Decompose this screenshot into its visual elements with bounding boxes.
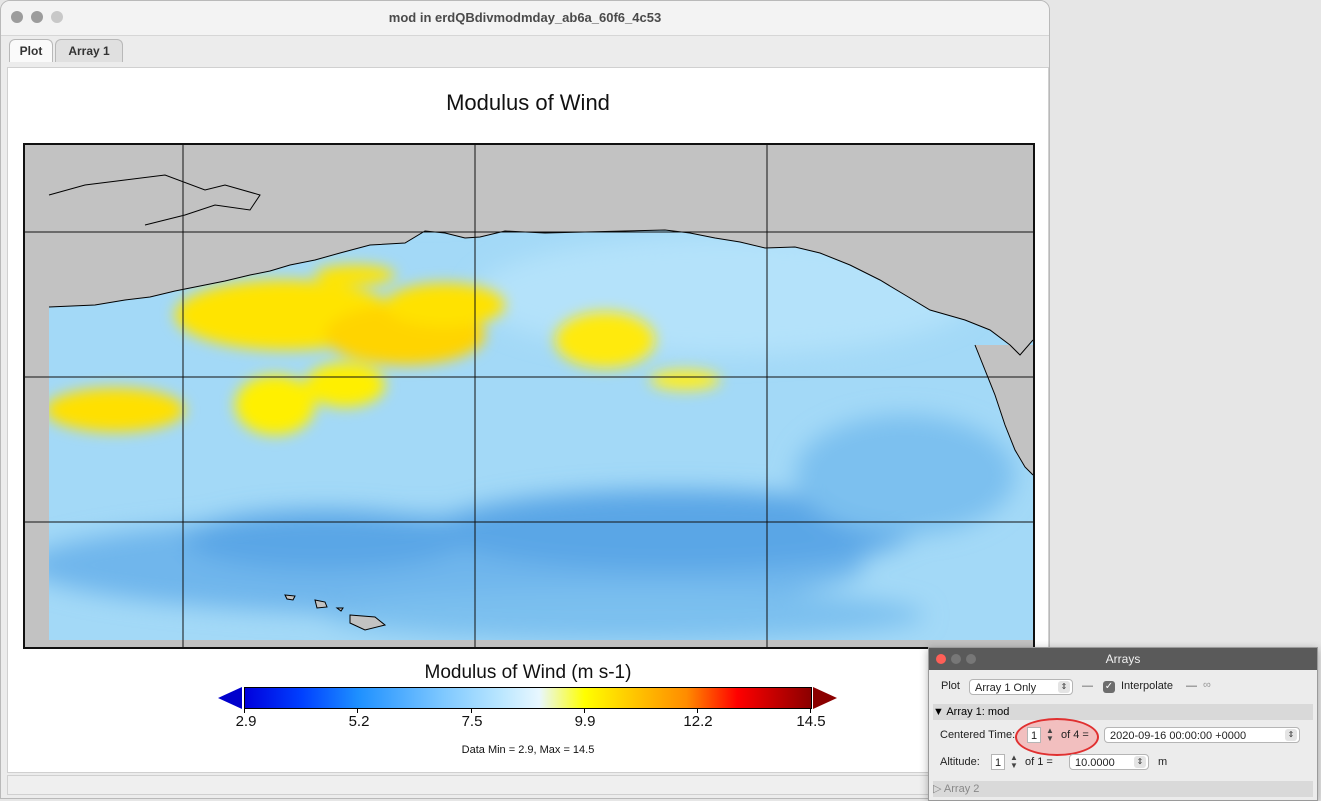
map-bottom-edge-land bbox=[25, 640, 1033, 647]
altitude-select[interactable]: 10.0000 ⇕ bbox=[1069, 754, 1149, 770]
colorbar-tick-label: 12.2 bbox=[683, 713, 713, 730]
colorbar-labels: 2.9 5.2 7.5 9.9 12.2 14.5 bbox=[8, 713, 1048, 733]
high-wind-patch bbox=[555, 312, 655, 368]
altitude-of-label: of 1 = bbox=[1025, 756, 1053, 768]
wind-map[interactable] bbox=[23, 143, 1035, 649]
plot-label: Plot bbox=[941, 680, 960, 692]
chevron-updown-icon: ⇕ bbox=[1285, 729, 1297, 741]
altitude-unit: m bbox=[1158, 756, 1168, 768]
interpolate-checkbox[interactable]: ✓ bbox=[1103, 681, 1115, 693]
chevron-updown-icon: ⇕ bbox=[1134, 756, 1146, 768]
colorbar-tick-label: 5.2 bbox=[348, 713, 370, 730]
centered-time-stepper[interactable]: ▲ ▼ bbox=[1045, 727, 1055, 743]
colorbar-tick-label: 14.5 bbox=[796, 713, 826, 730]
plot-row: Plot Array 1 Only ⇕ — ✓ Interpolate — ∞ bbox=[929, 679, 1317, 697]
centered-time-row: Centered Time: 1 ▲ ▼ of 4 = 2020-09-16 00… bbox=[929, 727, 1317, 745]
check-icon: ✓ bbox=[1104, 681, 1114, 692]
plot-title: Modulus of Wind bbox=[446, 90, 610, 115]
array-2-section-header[interactable]: ▷ Array 2 bbox=[933, 781, 1313, 797]
altitude-value: 10.0000 bbox=[1075, 757, 1115, 769]
altitude-row: Altitude: 1 ▲ ▼ of 1 = 10.0000 ⇕ m bbox=[929, 754, 1317, 772]
high-wind-patch bbox=[315, 265, 395, 285]
separator-dash: — bbox=[1186, 680, 1197, 692]
tab-plot[interactable]: Plot bbox=[9, 39, 53, 62]
array-2-header-label: Array 2 bbox=[943, 783, 980, 795]
colorbar-tick-label: 9.9 bbox=[574, 713, 596, 730]
high-wind-patch bbox=[385, 283, 505, 327]
high-wind-patch bbox=[45, 388, 185, 432]
low-wind-band bbox=[795, 415, 1015, 535]
disclosure-triangle-down-icon: ▼ bbox=[933, 706, 944, 718]
plot-select[interactable]: Array 1 Only ⇕ bbox=[969, 679, 1073, 695]
high-wind-patch bbox=[650, 370, 720, 390]
interpolate-label: Interpolate bbox=[1121, 680, 1173, 692]
altitude-label: Altitude: bbox=[940, 756, 980, 768]
arrays-panel: Arrays Plot Array 1 Only ⇕ — ✓ Interpola… bbox=[928, 647, 1318, 801]
disclosure-triangle-right-icon: ▷ bbox=[933, 783, 942, 795]
window-title: mod in erdQBdivmodmday_ab6a_60f6_4c53 bbox=[388, 10, 662, 25]
centered-time-index-field[interactable]: 1 bbox=[1027, 727, 1041, 743]
arrays-title: Arrays bbox=[1105, 652, 1141, 666]
separator-dash: — bbox=[1082, 680, 1093, 692]
colorbar-title: Modulus of Wind (m s-1) bbox=[424, 662, 632, 683]
tab-array-1[interactable]: Array 1 bbox=[55, 39, 123, 62]
array-1-section-header[interactable]: ▼ Array 1: mod bbox=[933, 704, 1313, 720]
colorbar-gradient bbox=[244, 687, 812, 709]
colorbar-tick-label: 2.9 bbox=[235, 713, 257, 730]
colorbar-max-extend-arrow bbox=[813, 687, 837, 709]
tab-bar: Plot Array 1 bbox=[1, 35, 1049, 63]
low-wind-band bbox=[185, 510, 465, 570]
map-left-edge-land bbox=[25, 145, 49, 647]
high-wind-patch bbox=[305, 363, 385, 407]
altitude-stepper[interactable]: ▲ ▼ bbox=[1009, 754, 1019, 770]
array-1-header-label: Array 1: mod bbox=[946, 706, 1010, 718]
chevron-updown-icon: ▲ ▼ bbox=[1010, 753, 1018, 770]
centered-time-of-label: of 4 = bbox=[1061, 729, 1089, 741]
colorbar-min-extend-arrow bbox=[218, 687, 242, 709]
colorbar-tick-label: 7.5 bbox=[461, 713, 483, 730]
arrays-titlebar[interactable]: Arrays bbox=[929, 648, 1317, 670]
low-wind-band bbox=[325, 590, 925, 640]
centered-time-select[interactable]: 2020-09-16 00:00:00 +0000 ⇕ bbox=[1104, 727, 1300, 743]
high-wind-patch bbox=[235, 375, 315, 435]
status-bar bbox=[7, 775, 1049, 795]
window-titlebar[interactable]: mod in erdQBdivmodmday_ab6a_60f6_4c53 bbox=[1, 1, 1049, 36]
plot-panel: Modulus of Wind Modulus of Wind (m s-1) … bbox=[7, 67, 1049, 773]
plot-select-value: Array 1 Only bbox=[975, 682, 1037, 694]
altitude-index-field[interactable]: 1 bbox=[991, 754, 1005, 770]
data-range-text: Data Min = 2.9, Max = 14.5 bbox=[461, 744, 595, 756]
chevron-updown-icon: ⇕ bbox=[1058, 681, 1070, 693]
main-window: mod in erdQBdivmodmday_ab6a_60f6_4c53 Pl… bbox=[0, 0, 1050, 799]
centered-time-label: Centered Time: bbox=[940, 729, 1016, 741]
chevron-updown-icon: ▲ ▼ bbox=[1046, 726, 1054, 743]
link-icon[interactable]: ∞ bbox=[1203, 679, 1211, 691]
centered-time-value: 2020-09-16 00:00:00 +0000 bbox=[1110, 730, 1247, 742]
